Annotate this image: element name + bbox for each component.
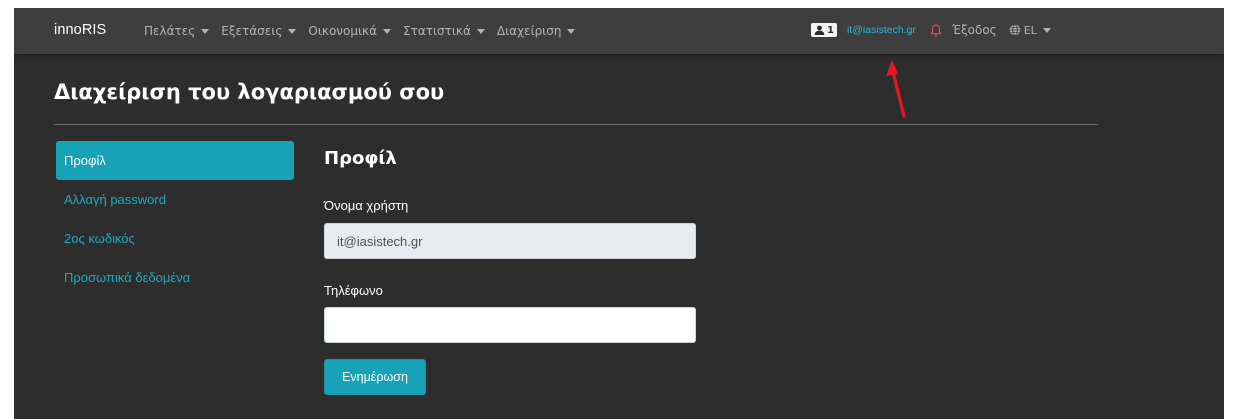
- menu-exams[interactable]: Εξετάσεις: [221, 24, 297, 38]
- section-title: Προφίλ: [324, 148, 397, 169]
- sidebar-item-personal-data[interactable]: Προσωπικά δεδομένα: [56, 258, 294, 297]
- menu-exams-label: Εξετάσεις: [221, 24, 283, 38]
- logout-link[interactable]: Έξοδος: [952, 23, 997, 37]
- update-button[interactable]: Ενημέρωση: [324, 359, 426, 395]
- user-badge[interactable]: 1: [811, 23, 837, 37]
- caret-down-icon: [567, 28, 576, 34]
- language-label: EL: [1023, 23, 1037, 37]
- user-email-link[interactable]: it@iasistech.gr: [847, 24, 916, 36]
- phone-field[interactable]: [324, 307, 696, 343]
- main-menu: Πελάτες Εξετάσεις Οικονομικά Στατιστικά …: [144, 24, 587, 38]
- menu-administration-label: Διαχείριση: [496, 24, 562, 38]
- menu-statistics-label: Στατιστικά: [403, 24, 471, 38]
- caret-down-icon: [476, 28, 485, 34]
- menu-clients-label: Πελάτες: [144, 24, 196, 38]
- app-window: innoRIS Πελάτες Εξετάσεις Οικονομικά Στα…: [14, 8, 1224, 419]
- user-badge-count: 1: [827, 24, 834, 36]
- username-label: Όνομα χρήστη: [324, 198, 409, 213]
- red-arrow-icon: [886, 60, 906, 118]
- username-field[interactable]: [324, 223, 696, 259]
- menu-financial[interactable]: Οικονομικά: [308, 24, 392, 38]
- user-area: 1 it@iasistech.gr Έξοδος EL: [811, 23, 1051, 37]
- globe-icon: [1009, 24, 1021, 36]
- menu-financial-label: Οικονομικά: [308, 24, 378, 38]
- phone-label: Τηλέφωνο: [324, 283, 383, 298]
- top-navbar: innoRIS Πελάτες Εξετάσεις Οικονομικά Στα…: [14, 8, 1224, 54]
- caret-down-icon: [201, 28, 210, 34]
- title-divider: [54, 124, 1098, 125]
- language-dropdown[interactable]: EL: [1009, 24, 1051, 37]
- bell-icon[interactable]: [930, 23, 942, 37]
- sidebar-item-change-password[interactable]: Αλλαγή password: [56, 180, 294, 219]
- caret-down-icon: [383, 28, 392, 34]
- caret-down-icon: [1042, 27, 1051, 33]
- profile-section: Προφίλ: [324, 148, 397, 169]
- caret-down-icon: [288, 28, 297, 34]
- menu-administration[interactable]: Διαχείριση: [497, 24, 576, 38]
- account-sidebar: Προφίλ Αλλαγή password 2ος κωδικός Προσω…: [56, 141, 294, 297]
- sidebar-item-second-code[interactable]: 2ος κωδικός: [56, 219, 294, 258]
- user-icon: [814, 25, 825, 35]
- sidebar-item-profile[interactable]: Προφίλ: [56, 141, 294, 180]
- brand-logo[interactable]: innoRIS: [54, 22, 106, 38]
- page-title: Διαχείριση του λογαριασμού σου: [54, 80, 445, 104]
- menu-clients[interactable]: Πελάτες: [144, 24, 210, 38]
- menu-statistics[interactable]: Στατιστικά: [403, 24, 485, 38]
